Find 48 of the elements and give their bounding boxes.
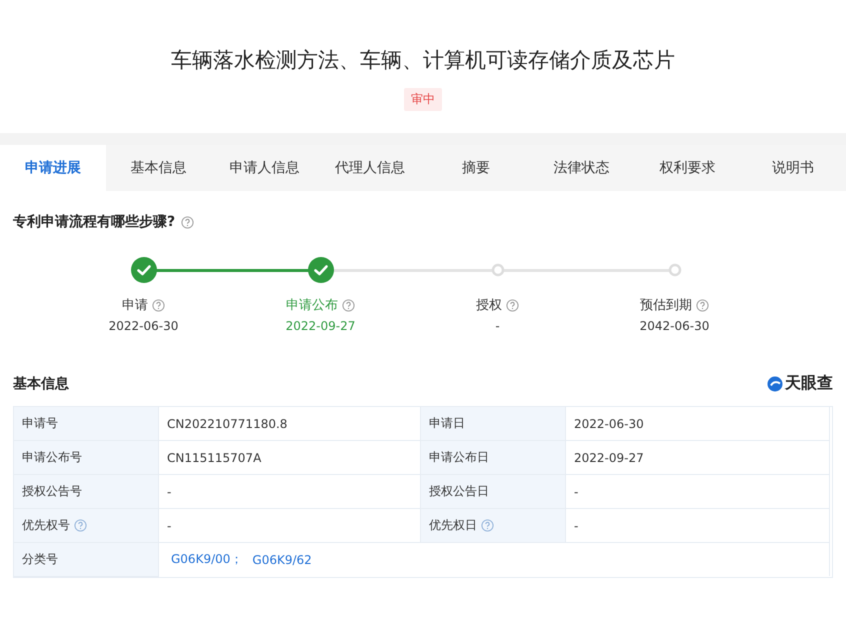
class-link[interactable]: G06K9/62 [252,552,312,566]
field-label: 优先权日 [429,517,477,534]
tab[interactable]: 法律状态 [528,145,634,191]
field-label: 申请日 [429,415,465,432]
step-date: 2042-06-30 [640,319,710,333]
field-value: - [167,484,172,498]
step-label: 申请 [122,297,148,314]
step-label: 授权 [476,297,502,314]
eye-logo-icon [767,376,783,392]
tab[interactable]: 权利要求 [634,145,740,191]
class-link[interactable]: G06K9/00； [171,551,242,568]
field-value: 2022-09-27 [574,450,644,464]
help-icon[interactable] [74,519,87,532]
field-value: CN115115707A [167,450,262,464]
section-title: 基本信息 [13,374,69,392]
field-value: - [574,484,578,498]
field-label: 授权公告日 [429,483,489,500]
tab[interactable]: 说明书 [740,145,846,191]
tab[interactable]: 申请人信息 [212,145,318,191]
patent-title: 车辆落水检测方法、车辆、计算机可读存储介质及芯片 [171,47,675,74]
help-icon[interactable] [181,216,194,228]
step-label: 申请公布 [286,297,338,314]
field-value: 2022-06-30 [574,416,644,430]
section-title: 专利申请流程有哪些步骤? [13,213,176,231]
field-value: - [167,518,172,532]
help-icon[interactable] [506,298,519,312]
field-label: 授权公告号 [22,483,82,500]
tab[interactable]: 基本信息 [106,145,212,191]
help-icon[interactable] [342,298,355,312]
help-icon[interactable] [481,519,494,532]
field-label: 申请号 [22,415,58,432]
step-date: 2022-06-30 [108,319,178,333]
help-icon[interactable] [696,298,709,312]
logo-text: 天眼查 [785,373,833,394]
field-label: 申请公布号 [22,449,82,466]
help-icon[interactable] [152,298,165,312]
field-label: 优先权号 [22,517,70,534]
tab[interactable]: 代理人信息 [317,145,423,191]
field-value: - [574,518,578,532]
tab[interactable]: 申请进展 [0,145,106,191]
field-label: 分类号 [22,551,58,568]
step-date: 2022-09-27 [286,319,356,333]
tab[interactable]: 摘要 [423,145,529,191]
step-label: 预估到期 [640,297,692,314]
field-value: CN202210771180.8 [167,416,288,430]
step-date: - [495,319,500,333]
status-badge: 审中 [404,88,442,111]
field-label: 申请公布日 [429,449,489,466]
